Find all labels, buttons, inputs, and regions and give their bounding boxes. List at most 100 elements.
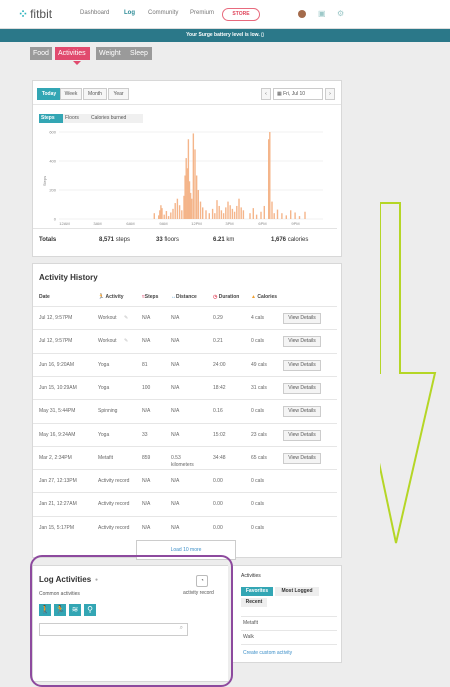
total-calories-value: 1,676 xyxy=(271,237,287,243)
row-date: May 16, 9:24AM xyxy=(39,431,76,438)
view-details-button[interactable]: View Details xyxy=(283,382,321,394)
totals-label: Totals xyxy=(39,237,57,243)
view-details-button[interactable]: View Details xyxy=(283,336,321,348)
row-date: Jul 12, 9:57PM xyxy=(39,315,73,321)
steps-bar xyxy=(165,211,168,219)
row-steps: N/A xyxy=(142,501,151,508)
tab-weight[interactable]: Weight xyxy=(96,47,128,60)
steps-bar xyxy=(161,208,163,219)
row-duration: 34:48 xyxy=(213,454,226,461)
row-activity: Activity record xyxy=(98,524,130,531)
steps-bar xyxy=(225,207,227,219)
steps-bar xyxy=(231,208,234,219)
activity-history-title: Activity History xyxy=(39,273,98,282)
x-tick-label: 3AM xyxy=(93,221,101,226)
total-calories-unit: calories xyxy=(287,237,309,243)
row-activity: Yoga xyxy=(98,384,110,391)
row-distance: N/A xyxy=(171,315,180,321)
view-details-button[interactable]: View Details xyxy=(283,313,321,324)
nav-community[interactable]: Community xyxy=(148,10,178,16)
row-activity: Metafit xyxy=(98,454,114,461)
steps-bar xyxy=(249,213,251,219)
row-steps: N/A xyxy=(142,315,151,321)
table-row: Jun 15, 10:29AM Yoga 100 N/A 18:42 31 cals Vie… xyxy=(33,375,337,400)
row-activity: Activity record xyxy=(98,478,130,485)
nav-log[interactable]: Log xyxy=(124,10,135,16)
row-duration: 15:02 xyxy=(213,431,226,438)
view-details-button[interactable]: View Details xyxy=(283,452,321,464)
row-duration: 18:42 xyxy=(213,384,226,391)
row-activity: Activity record xyxy=(98,501,130,508)
steps-bar xyxy=(191,198,193,219)
row-activity: Workout xyxy=(98,315,117,321)
active-tab-caret xyxy=(73,61,81,65)
messages-icon[interactable]: ▣ xyxy=(318,10,326,18)
row-steps: N/A xyxy=(142,408,151,415)
header-date: Date xyxy=(39,294,50,300)
battery-banner[interactable]: Your Surge battery level is low. ▯ xyxy=(0,29,450,42)
row-distance: N/A xyxy=(171,408,180,415)
total-distance-unit: km xyxy=(226,237,235,243)
row-distance-unit: kilometers xyxy=(171,461,194,468)
view-details-button[interactable]: View Details xyxy=(283,429,321,441)
tab-most-logged[interactable]: Most Logged xyxy=(275,587,319,596)
steps-bar xyxy=(167,216,170,219)
row-date: Jan 27, 12:13PM xyxy=(39,478,77,485)
steps-bar xyxy=(304,211,306,219)
steps-bar xyxy=(236,205,238,219)
total-distance-value: 6.21 xyxy=(213,237,225,243)
settings-gear-icon[interactable]: ⚙ xyxy=(337,10,345,18)
row-distance: N/A xyxy=(171,338,180,345)
fitbit-logo[interactable]: ⁘ fitbit xyxy=(18,7,52,21)
steps-intraday-chart: 600 400 200 0 Steps 12AM 3AM 6AM 9AM 12PM 3PM 6PM 9P… xyxy=(42,130,323,226)
divider xyxy=(241,616,337,617)
view-details-button[interactable]: View Details xyxy=(283,359,321,371)
tab-sleep[interactable]: Sleep xyxy=(127,47,152,60)
row-distance: N/A xyxy=(171,361,180,368)
create-custom-activity-link[interactable]: Create custom activity xyxy=(243,650,292,656)
steps-bar xyxy=(199,201,202,219)
table-row: Jul 12, 9:57PM Workout N/A N/A 0.21 0 cals ✎ Vi… xyxy=(33,329,337,353)
row-steps: N/A xyxy=(142,338,151,345)
steps-bar xyxy=(276,209,279,219)
steps-bar xyxy=(290,210,292,219)
row-calories: 65 cals xyxy=(251,454,267,461)
edit-icon[interactable]: ✎ xyxy=(124,315,128,322)
steps-bar xyxy=(298,216,301,219)
tab-favorites[interactable]: Favorites xyxy=(241,587,273,596)
table-row: Jan 27, 12:13PM Activity record N/A N/A 0.00… xyxy=(33,469,337,493)
avatar[interactable] xyxy=(298,10,306,18)
row-calories: 23 cals xyxy=(251,431,267,438)
tab-food[interactable]: Food xyxy=(30,47,52,60)
header-calories: Calories xyxy=(257,294,278,300)
row-date: Jul 12, 9:57PM xyxy=(39,338,73,345)
steps-bar xyxy=(208,213,210,219)
row-distance: N/A xyxy=(171,384,180,391)
nav-premium[interactable]: Premium xyxy=(190,10,214,16)
row-steps: N/A xyxy=(142,478,151,485)
purple-highlight-annotation xyxy=(30,555,233,687)
row-duration: 24:00 xyxy=(213,361,226,368)
total-steps-value: 8,571 xyxy=(99,237,115,243)
edit-icon[interactable]: ✎ xyxy=(124,338,128,345)
y-tick-label: 200 xyxy=(49,188,56,193)
green-down-arrow-annotation xyxy=(380,202,437,544)
favorite-item-walk[interactable]: Walk xyxy=(243,634,254,640)
table-row: Jan 21, 12:27AM Activity record N/A N/A 0.00… xyxy=(33,492,337,516)
nav-dashboard[interactable]: Dashboard xyxy=(80,10,109,16)
row-activity: Workout xyxy=(98,338,117,345)
store-button[interactable]: STORE xyxy=(222,8,260,21)
row-date: Jan 21, 12:27AM xyxy=(39,501,77,508)
steps-bar xyxy=(229,205,231,219)
total-floors-value: 33 xyxy=(156,237,163,243)
tab-activities[interactable]: Activities xyxy=(55,47,90,60)
view-details-button[interactable]: View Details xyxy=(283,406,321,418)
steps-bar xyxy=(218,205,220,219)
tab-recent[interactable]: Recent xyxy=(241,598,267,607)
total-floors-unit: floors xyxy=(164,237,180,243)
steps-bar xyxy=(263,205,265,219)
favorite-item-metafit[interactable]: Metafit xyxy=(243,620,258,626)
table-row: Jun 16, 9:20AM Yoga 81 N/A 24:00 49 cals View … xyxy=(33,352,337,377)
steps-bar xyxy=(294,212,296,219)
clock-icon: ◷ xyxy=(213,294,218,300)
